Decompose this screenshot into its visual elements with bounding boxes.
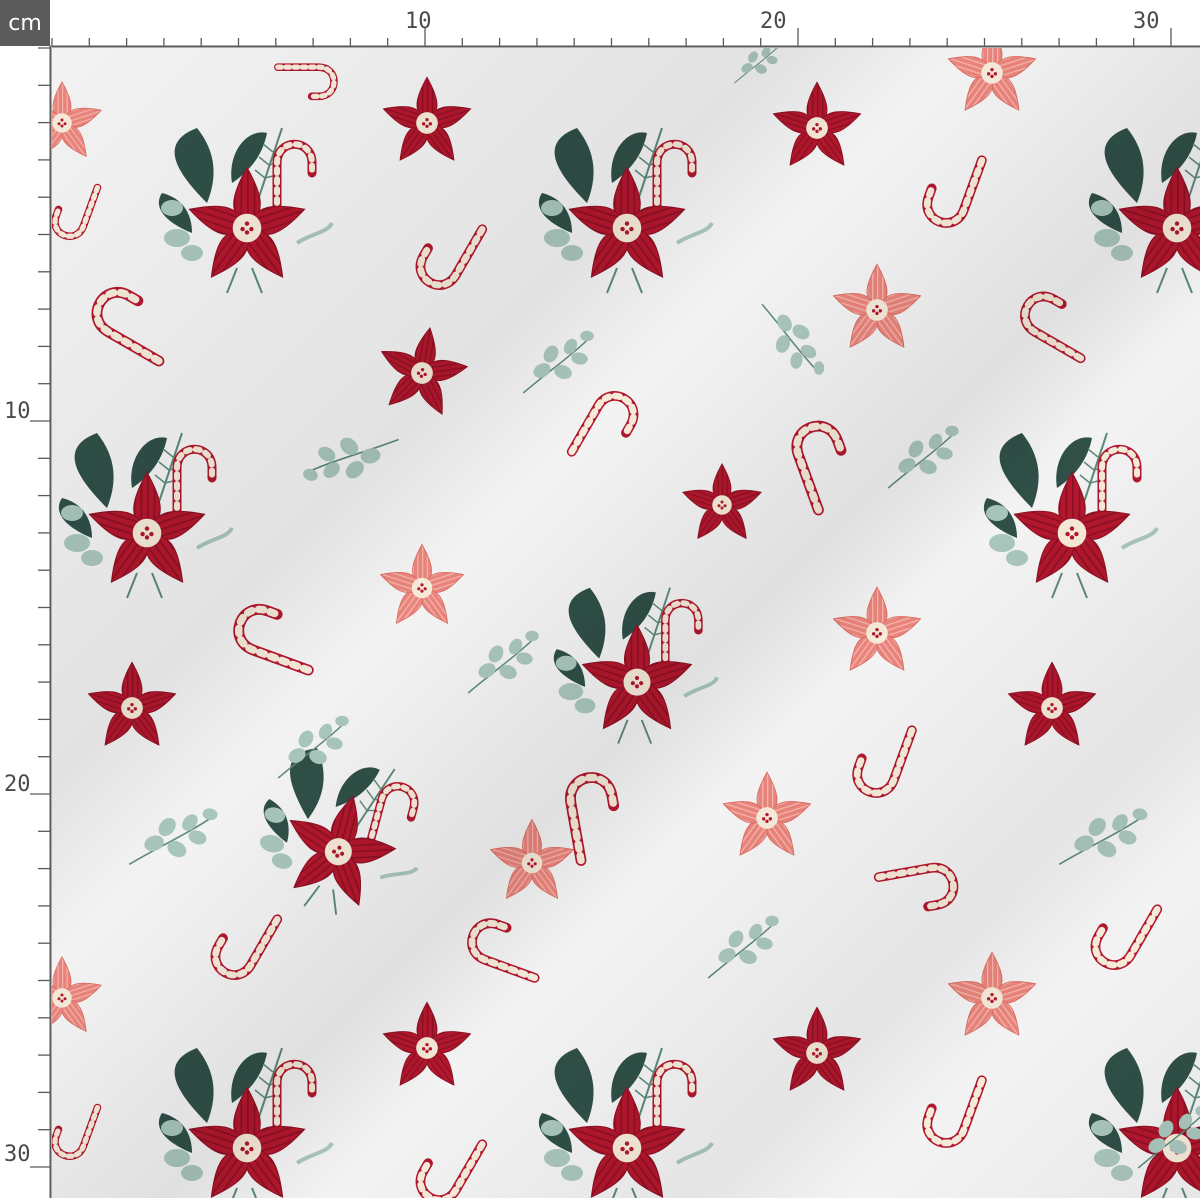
top-ruler-label-30: 30 bbox=[1133, 9, 1160, 34]
top-ruler-label-20: 20 bbox=[760, 9, 787, 34]
vertical-ruler: 10 20 30 bbox=[0, 46, 52, 1198]
fabric-fold-shading bbox=[52, 48, 1200, 1198]
fabric-swatch bbox=[52, 48, 1200, 1198]
horizontal-ruler: 10 20 30 bbox=[50, 0, 1200, 50]
left-ruler-label-30: 30 bbox=[4, 1142, 31, 1167]
left-ruler-label-20: 20 bbox=[4, 772, 31, 797]
top-ruler-label-10: 10 bbox=[405, 9, 432, 34]
left-ruler-label-10: 10 bbox=[4, 399, 31, 424]
unit-label: cm bbox=[0, 0, 50, 46]
unit-label-text: cm bbox=[8, 10, 42, 36]
fabric-preview: cm 10 20 30 10 20 30 bbox=[0, 0, 1200, 1198]
